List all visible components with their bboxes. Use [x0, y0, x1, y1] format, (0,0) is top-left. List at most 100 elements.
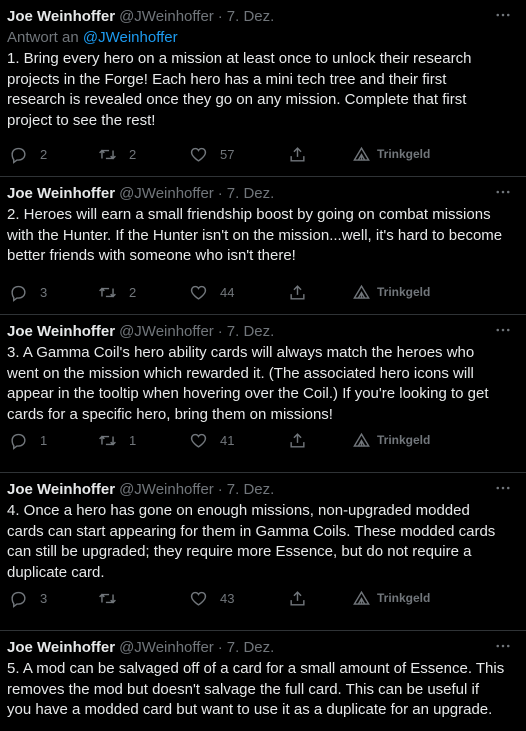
like-button[interactable]: 43 — [189, 587, 234, 609]
like-count: 57 — [220, 146, 235, 162]
tip-button[interactable]: Trinkgeld — [352, 429, 430, 451]
tweet-date[interactable]: 7. Dez. — [227, 184, 275, 204]
action-bar: 2 2 57 Trinkgeld — [7, 143, 526, 165]
author-handle[interactable]: @JWeinhoffer — [119, 480, 214, 500]
separator: · — [217, 639, 223, 656]
separator: · — [217, 8, 223, 25]
retweet-count: 2 — [129, 146, 137, 162]
like-count: 43 — [220, 590, 235, 606]
tweet[interactable]: Joe Weinhoffer @JWeinhoffer · 7. Dez. 4.… — [0, 472, 526, 630]
tweet-text: 4. Once a hero has gone on enough missio… — [7, 502, 496, 581]
tweet-date[interactable]: 7. Dez. — [227, 638, 275, 658]
reply-icon — [11, 433, 26, 450]
tip-button[interactable]: Trinkgeld — [352, 281, 430, 303]
tweet-header: Joe Weinhoffer @JWeinhoffer · 7. Dez. — [7, 322, 510, 342]
heart-icon — [190, 285, 207, 300]
reply-icon — [11, 285, 26, 302]
more-options-icon[interactable] — [494, 321, 512, 339]
author-name[interactable]: Joe Weinhoffer — [7, 7, 115, 27]
more-options-icon[interactable] — [494, 479, 512, 497]
heart-icon — [190, 591, 207, 606]
reply-count: 1 — [40, 432, 48, 448]
tweet-date[interactable]: 7. Dez. — [227, 7, 275, 27]
reply-button[interactable]: 3 — [9, 281, 47, 303]
tip-icon — [353, 146, 370, 161]
action-bar: 3 2 44 Trinkgeld — [7, 281, 526, 303]
retweet-icon — [99, 287, 116, 297]
tweet-header: Joe Weinhoffer @JWeinhoffer · 7. Dez. — [7, 480, 510, 500]
heart-icon — [190, 147, 207, 162]
reply-button[interactable]: 1 — [9, 429, 47, 451]
author-name[interactable]: Joe Weinhoffer — [7, 480, 115, 500]
like-button[interactable]: 44 — [189, 281, 234, 303]
reply-mention-link[interactable]: @JWeinhoffer — [83, 29, 178, 46]
separator: · — [217, 323, 223, 340]
share-icon — [290, 432, 305, 448]
tweet[interactable]: Joe Weinhoffer @JWeinhoffer · 7. Dez. 3.… — [0, 314, 526, 472]
more-options-icon[interactable] — [494, 183, 512, 201]
like-count: 41 — [220, 432, 235, 448]
tip-icon — [353, 590, 370, 605]
tweet-date[interactable]: 7. Dez. — [227, 480, 275, 500]
author-handle[interactable]: @JWeinhoffer — [119, 638, 214, 658]
reply-context: Antwort an @JWeinhoffer — [7, 28, 510, 48]
retweet-button[interactable]: 2 — [98, 281, 136, 303]
tweet[interactable]: Joe Weinhoffer @JWeinhoffer · 7. Dez. 2.… — [0, 176, 526, 314]
heart-icon — [190, 433, 207, 448]
share-button[interactable] — [288, 143, 307, 165]
tweet-text: 2. Heroes will earn a small friendship b… — [7, 206, 503, 264]
tip-button[interactable]: Trinkgeld — [352, 143, 430, 165]
author-handle[interactable]: @JWeinhoffer — [119, 322, 214, 342]
retweet-button[interactable]: 2 — [98, 143, 136, 165]
retweet-icon — [99, 149, 116, 159]
tip-icon — [353, 284, 370, 299]
tweet[interactable]: Joe Weinhoffer @JWeinhoffer · 7. Dez. An… — [0, 0, 526, 176]
retweet-count: 1 — [129, 432, 137, 448]
tweet-header: Joe Weinhoffer @JWeinhoffer · 7. Dez. — [7, 7, 510, 27]
tweet-text: 3. A Gamma Coil's hero ability cards wil… — [7, 344, 489, 423]
retweet-icon — [99, 435, 116, 445]
tip-label: Trinkgeld — [377, 285, 431, 299]
tweet-text: 1. Bring every hero on a mission at leas… — [7, 50, 472, 129]
author-handle[interactable]: @JWeinhoffer — [119, 7, 214, 27]
tweet[interactable]: Joe Weinhoffer @JWeinhoffer · 7. Dez. 5.… — [0, 630, 526, 731]
reply-button[interactable]: 3 — [9, 587, 47, 609]
like-button[interactable]: 41 — [189, 429, 234, 451]
share-button[interactable] — [288, 587, 307, 609]
retweet-button[interactable] — [98, 587, 129, 609]
share-button[interactable] — [288, 429, 307, 451]
action-bar: 3 43 Trinkgeld — [7, 587, 526, 609]
retweet-button[interactable]: 1 — [98, 429, 136, 451]
retweet-count: 2 — [129, 284, 137, 300]
tip-button[interactable]: Trinkgeld — [352, 587, 430, 609]
reply-count: 3 — [40, 590, 48, 606]
tweet-text: 5. A mod can be salvaged off of a card f… — [7, 660, 505, 718]
author-name[interactable]: Joe Weinhoffer — [7, 322, 115, 342]
author-handle[interactable]: @JWeinhoffer — [119, 184, 214, 204]
share-icon — [290, 590, 305, 606]
more-options-icon[interactable] — [494, 637, 512, 655]
more-options-icon[interactable] — [494, 6, 512, 24]
tweet-header: Joe Weinhoffer @JWeinhoffer · 7. Dez. — [7, 638, 510, 658]
like-button[interactable]: 57 — [189, 143, 234, 165]
tweet-header: Joe Weinhoffer @JWeinhoffer · 7. Dez. — [7, 184, 510, 204]
like-count: 44 — [220, 284, 235, 300]
tip-label: Trinkgeld — [377, 591, 431, 605]
tip-icon — [353, 432, 370, 447]
action-bar: 1 1 41 Trinkgeld — [7, 429, 526, 451]
tip-label: Trinkgeld — [377, 147, 431, 161]
share-icon — [290, 284, 305, 300]
reply-prefix: Antwort an — [7, 29, 79, 46]
separator: · — [217, 185, 223, 202]
author-name[interactable]: Joe Weinhoffer — [7, 638, 115, 658]
reply-count: 2 — [40, 146, 48, 162]
share-icon — [290, 146, 305, 162]
author-name[interactable]: Joe Weinhoffer — [7, 184, 115, 204]
reply-count: 3 — [40, 284, 48, 300]
retweet-icon — [99, 593, 116, 603]
reply-button[interactable]: 2 — [9, 143, 47, 165]
tweet-date[interactable]: 7. Dez. — [227, 322, 275, 342]
separator: · — [217, 481, 223, 498]
share-button[interactable] — [288, 281, 307, 303]
reply-icon — [11, 147, 26, 164]
